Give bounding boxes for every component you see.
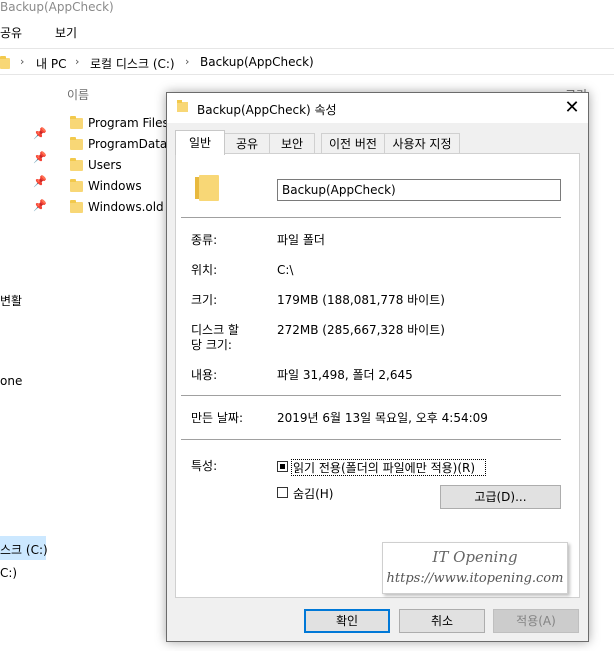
size-on-disk-label: 디스크 할 — [191, 323, 239, 337]
properties-dialog: Backup(AppCheck) 속성 ✕ 일반 공유 보안 이전 버전 사용자… — [166, 92, 589, 642]
ribbon-divider — [0, 48, 614, 49]
divider — [181, 439, 561, 440]
size-on-disk-label-2: 당 크기: — [191, 338, 232, 352]
type-value: 파일 폴더 — [277, 233, 325, 247]
hidden-label[interactable]: 숨김(H) — [293, 485, 333, 502]
tab-previous-versions[interactable]: 이전 버전 — [321, 133, 385, 154]
divider — [181, 217, 561, 218]
breadcrumb-local-disk[interactable]: 로컬 디스크 (C:) — [90, 55, 175, 72]
folder-icon — [70, 116, 83, 129]
tab-general[interactable]: 일반 — [175, 130, 225, 155]
advanced-button[interactable]: 고급(D)... — [440, 485, 561, 509]
ribbon-tab-view[interactable]: 보기 — [55, 24, 77, 41]
watermark: IT Opening https://www.itopening.com — [382, 542, 568, 594]
folder-icon — [177, 100, 188, 112]
breadcrumb-backup[interactable]: Backup(AppCheck) — [200, 55, 314, 69]
location-label: 위치: — [191, 263, 218, 277]
folder-icon — [0, 56, 10, 69]
divider — [181, 395, 561, 396]
folder-icon — [70, 200, 83, 213]
contains-label: 내용: — [191, 368, 218, 382]
readonly-label[interactable]: 읽기 전용(폴더의 파일에만 적용)(R) — [293, 459, 475, 476]
size-value: 179MB (188,081,778 바이트) — [277, 293, 445, 307]
chevron-right-icon: › — [75, 55, 80, 68]
type-label: 종류: — [191, 233, 218, 247]
pin-icon: 📌 — [33, 151, 47, 164]
file-name: Program Files — [88, 116, 169, 130]
readonly-checkbox[interactable] — [277, 461, 288, 472]
pin-icon: 📌 — [33, 199, 47, 212]
file-name: Windows — [88, 179, 142, 193]
folder-name-input[interactable] — [277, 179, 561, 201]
chevron-right-icon: › — [20, 55, 25, 68]
ribbon-tab-share[interactable]: 공유 — [0, 24, 22, 41]
nav-item[interactable]: C:) — [0, 566, 17, 580]
created-value: 2019년 6월 13일 목요일, 오후 4:54:09 — [277, 411, 488, 425]
tab-customize[interactable]: 사용자 지정 — [384, 133, 460, 154]
location-value: C:\ — [277, 263, 294, 277]
file-name: Windows.old — [88, 200, 164, 214]
tab-security[interactable]: 보안 — [269, 133, 315, 154]
chevron-right-icon: › — [185, 55, 190, 68]
size-label: 크기: — [191, 293, 218, 307]
dialog-titlebar[interactable]: Backup(AppCheck) 속성 ✕ — [167, 93, 588, 123]
folder-icon — [70, 158, 83, 171]
nav-item-local-disk[interactable]: 스크 (C:) — [0, 541, 48, 558]
attributes-label: 특성: — [191, 459, 218, 473]
tab-sharing[interactable]: 공유 — [224, 133, 270, 154]
cancel-button[interactable]: 취소 — [399, 609, 485, 633]
pin-icon: 📌 — [33, 175, 47, 188]
column-header-name[interactable]: 이름 — [67, 86, 89, 103]
hidden-checkbox[interactable] — [277, 487, 288, 498]
breadcrumb-this-pc[interactable]: 내 PC — [36, 55, 66, 72]
nav-item[interactable]: 변활 — [0, 292, 22, 309]
file-name: Users — [88, 158, 122, 172]
watermark-line1: IT Opening — [432, 548, 518, 566]
nav-item[interactable]: one — [0, 374, 22, 388]
close-icon[interactable]: ✕ — [559, 95, 585, 121]
created-label: 만든 날짜: — [191, 411, 244, 425]
contains-value: 파일 31,498, 폴더 2,645 — [277, 368, 413, 382]
watermark-line2: https://www.itopening.com — [386, 571, 564, 586]
folder-icon — [70, 137, 83, 150]
size-on-disk-value: 272MB (285,667,328 바이트) — [277, 323, 445, 337]
pin-icon: 📌 — [33, 127, 47, 140]
dialog-title: Backup(AppCheck) 속성 — [197, 103, 337, 117]
address-bar[interactable]: › 내 PC › 로컬 디스크 (C:) › Backup(AppCheck) — [0, 52, 614, 75]
ok-button[interactable]: 확인 — [304, 609, 390, 633]
explorer-window-title: Backup(AppCheck) — [0, 0, 114, 14]
apply-button[interactable]: 적용(A) — [493, 609, 579, 633]
file-name: ProgramData — [88, 137, 168, 151]
folder-icon — [70, 179, 83, 192]
folder-icon — [195, 175, 219, 201]
